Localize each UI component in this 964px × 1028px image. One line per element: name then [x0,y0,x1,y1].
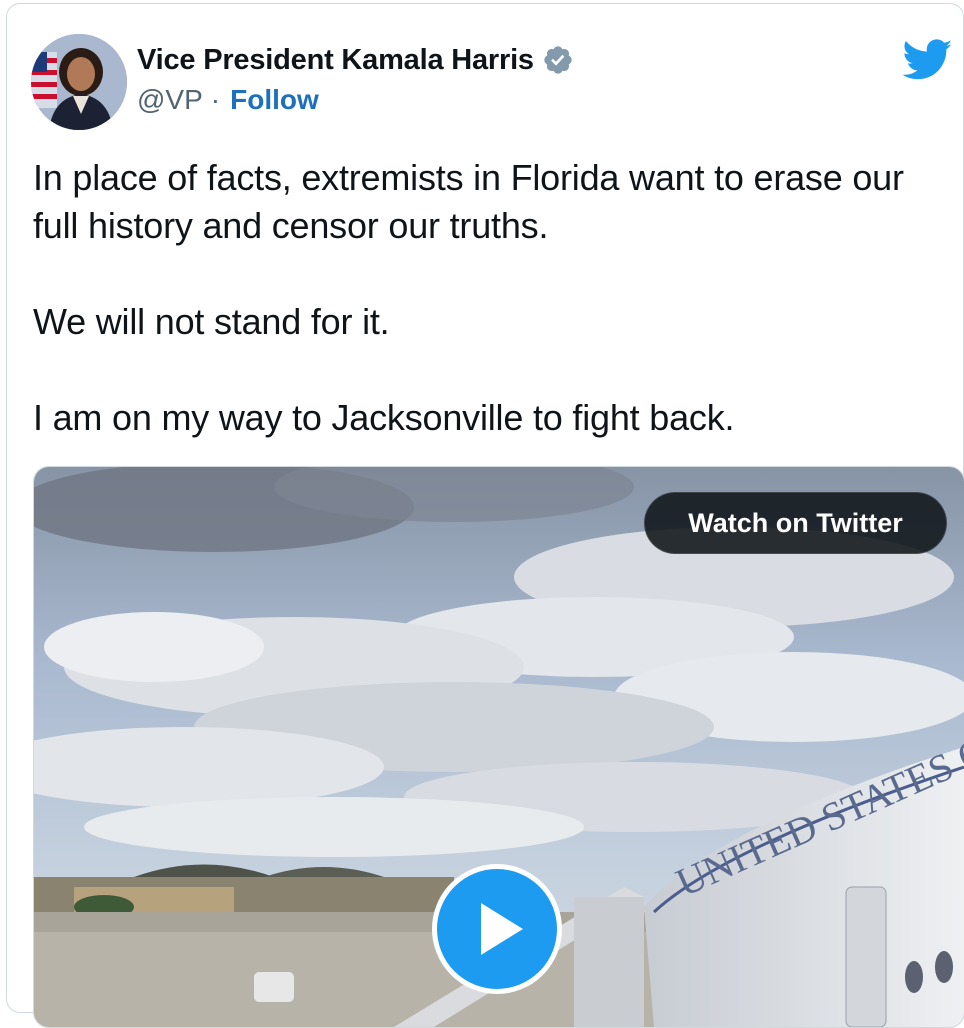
handle-row: @VP · Follow [137,84,574,116]
tweet-header: Vice President Kamala Harris @VP · Follo… [137,42,574,116]
follow-button[interactable]: Follow [230,84,319,116]
separator-dot: · [210,84,221,115]
tweet-card: Vice President Kamala Harris @VP · Follo… [6,3,964,1028]
tweet-paragraph-3: I am on my way to Jacksonville to fight … [33,397,735,438]
verified-badge-icon [544,46,572,74]
twitter-bird-icon[interactable] [903,38,953,82]
tweet-text: In place of facts, extremists in Florida… [33,154,953,442]
author-name[interactable]: Vice President Kamala Harris [137,44,534,77]
watch-on-twitter-button[interactable]: Watch on Twitter [644,492,947,554]
play-button[interactable] [432,864,562,994]
video-media[interactable]: UNITED STATES OF AMERICA Watch on Twitte… [33,466,964,1028]
play-icon [481,903,523,955]
author-avatar[interactable] [31,34,127,130]
tweet-paragraph-2: We will not stand for it. [33,301,390,342]
avatar-image [31,34,127,130]
name-row: Vice President Kamala Harris [137,42,574,78]
tweet-paragraph-1: In place of facts, extremists in Florida… [33,157,904,246]
author-handle[interactable]: @VP [137,84,203,116]
